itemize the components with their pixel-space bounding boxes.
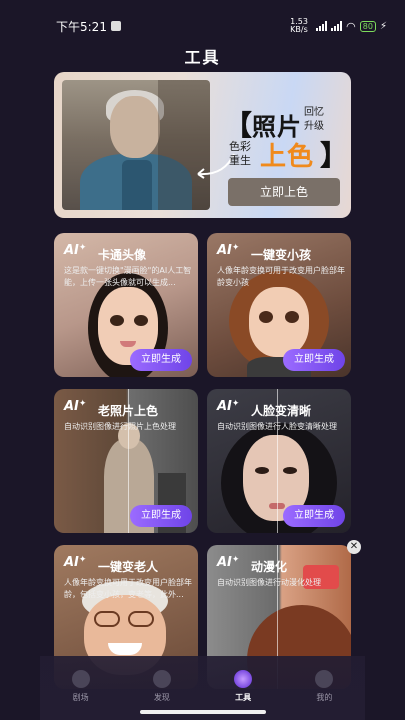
ai-badge: AI✦: [217, 555, 240, 570]
bracket-right: 】: [320, 139, 349, 172]
ai-badge: AI✦: [64, 399, 87, 414]
card-title: 一键变小孩: [251, 248, 312, 262]
close-icon[interactable]: ✕: [347, 540, 361, 554]
network-speed: 1.53 KB/s: [290, 17, 308, 34]
generate-button[interactable]: 立即生成: [130, 349, 192, 371]
ai-badge: AI✦: [64, 243, 87, 258]
card-title: 卡通头像: [98, 248, 147, 262]
bracket-left: 【: [224, 109, 253, 142]
ai-badge: AI✦: [217, 243, 240, 258]
card-title: 老照片上色: [98, 404, 159, 418]
card-title: 动漫化: [251, 560, 288, 574]
card-desc: 自动识别图像进行照片上色处理: [64, 422, 176, 431]
battery-icon: 80: [359, 20, 376, 32]
signal-icon-2: [331, 21, 343, 31]
charging-icon: ⚡: [379, 20, 387, 32]
card-old-photo-colorize[interactable]: AI✦ 老照片上色 自动识别图像进行照片上色处理 立即生成: [54, 389, 198, 533]
banner-sub-left: 色彩重生: [229, 140, 251, 167]
card-desc: 人像年龄变换可用于改变用户脸部年龄变小孩: [217, 266, 345, 287]
ai-badge: AI✦: [64, 555, 87, 570]
theater-icon: [71, 670, 90, 688]
ai-badge: AI✦: [217, 399, 240, 414]
card-desc: 人像年龄变换可用于改变用户脸部年龄，包括变小孩，变老等，此外...: [64, 578, 192, 599]
card-title: 一键变老人: [98, 560, 159, 574]
nav-item-theater[interactable]: 剧场: [51, 670, 111, 720]
page-title: 工具: [184, 48, 221, 67]
notification-icon: [110, 21, 121, 31]
banner-photo: [62, 80, 210, 210]
card-desc: 这是款一键切换"漫画脸"的AI人工智能，上传一张头像就可以生成...: [64, 266, 192, 287]
profile-icon: [315, 670, 334, 688]
status-time: 下午5:21: [56, 19, 107, 34]
card-title: 人脸变清晰: [251, 404, 312, 418]
photo-colorize-banner[interactable]: 【 照片 回忆升级 色彩重生 上色 】 立即上色: [54, 72, 351, 218]
nav-item-profile[interactable]: 我的: [294, 670, 354, 720]
banner-sub-right: 回忆升级: [304, 107, 324, 132]
card-desc: 自动识别图像进行动漫化处理: [217, 578, 321, 587]
tools-icon: [234, 670, 253, 688]
card-desc: 自动识别图像进行人脸变清晰处理: [217, 422, 337, 431]
planet-icon: [152, 670, 171, 688]
wifi-icon: ◠: [346, 19, 356, 33]
generate-button[interactable]: 立即生成: [283, 349, 345, 371]
generate-button[interactable]: 立即生成: [283, 505, 345, 527]
status-bar: 下午5:21 1.53 KB/s ◠ 80 ⚡: [0, 0, 405, 40]
banner-color-word: 上色: [260, 142, 315, 172]
card-to-child[interactable]: AI✦ 一键变小孩 人像年龄变换可用于改变用户脸部年龄变小孩 立即生成: [207, 233, 351, 377]
home-indicator: [140, 710, 266, 714]
card-cartoon-avatar[interactable]: AI✦ 卡通头像 这是款一键切换"漫画脸"的AI人工智能，上传一张头像就可以生成…: [54, 233, 198, 377]
generate-button[interactable]: 立即生成: [130, 505, 192, 527]
card-face-enhance[interactable]: AI✦ 人脸变清晰 自动识别图像进行人脸变清晰处理 立即生成: [207, 389, 351, 533]
colorize-now-button[interactable]: 立即上色: [228, 178, 340, 206]
signal-icon: [316, 21, 328, 31]
